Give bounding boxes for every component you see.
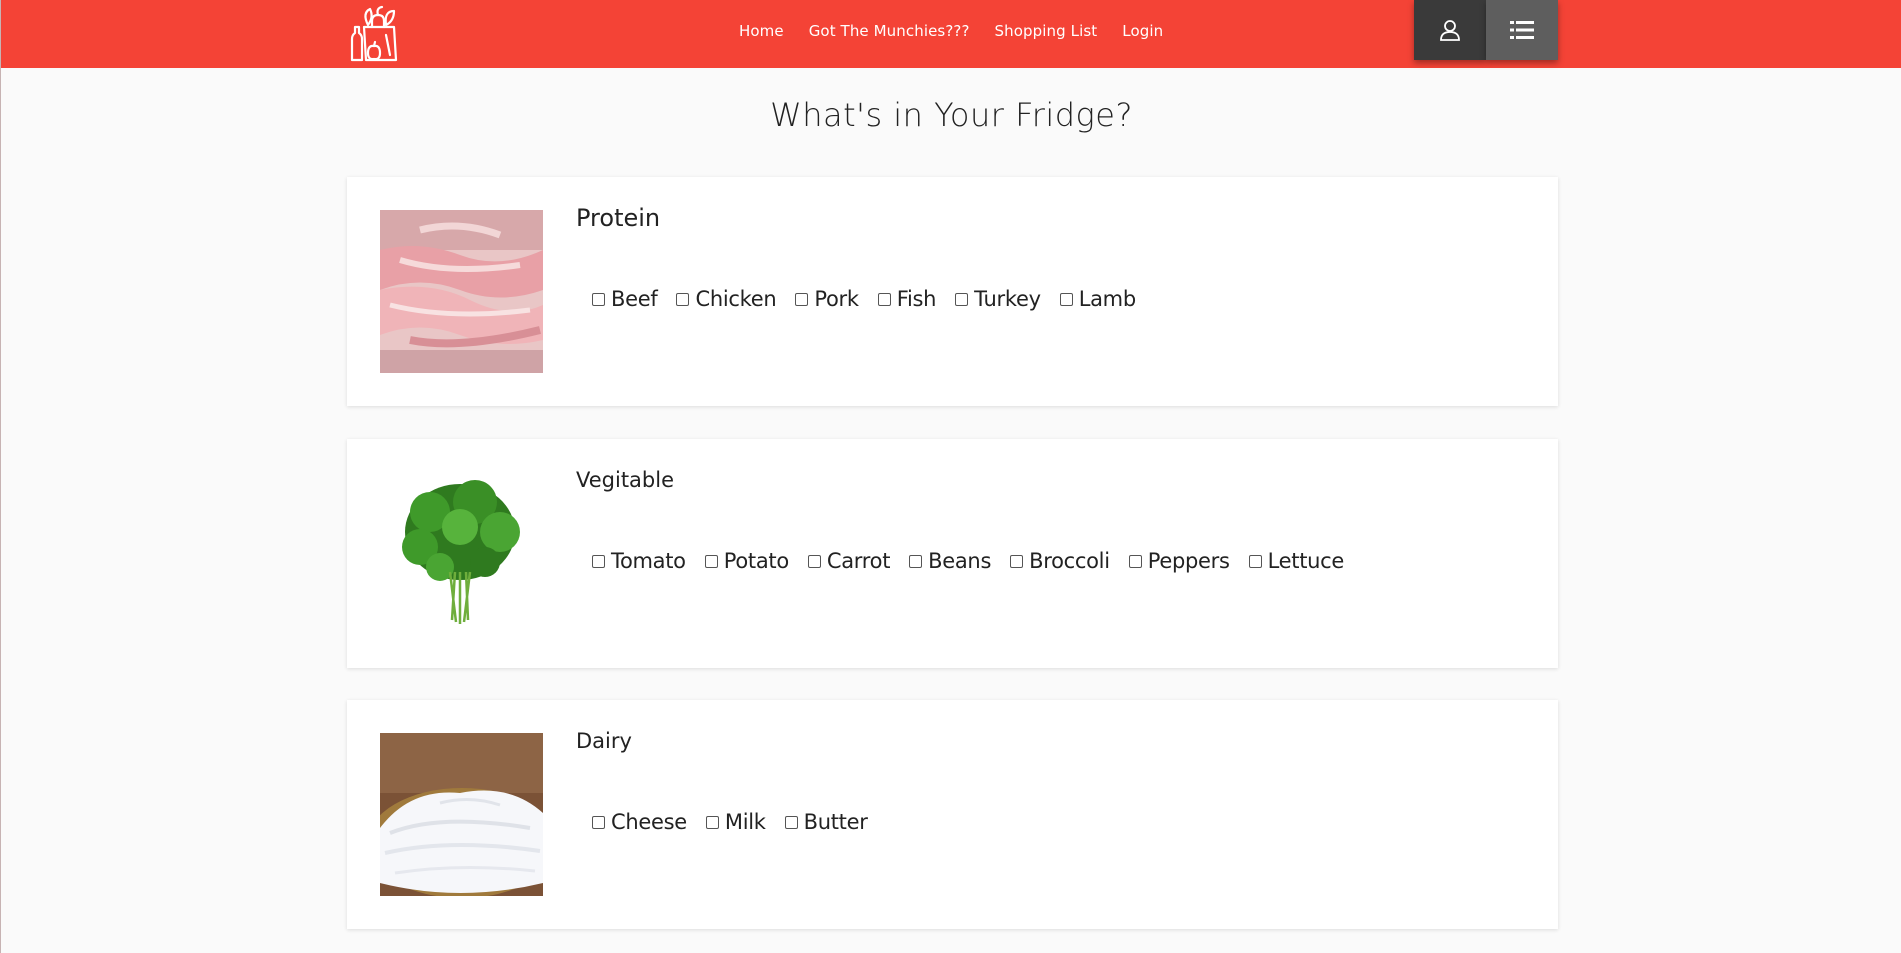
checkbox[interactable] xyxy=(795,292,809,306)
option-butter[interactable]: Butter xyxy=(784,810,868,834)
checkbox[interactable] xyxy=(1010,554,1024,568)
nav-shopping-list-link[interactable]: Shopping List xyxy=(995,22,1098,40)
option-beef[interactable]: Beef xyxy=(592,287,658,311)
category-card-protein: Protein Beef Chicken Pork Fish Turkey La… xyxy=(347,177,1558,406)
option-list: Beef Chicken Pork Fish Turkey Lamb xyxy=(592,287,1155,311)
nav-home-link[interactable]: Home xyxy=(739,22,784,40)
navbar: Home Got The Munchies??? Shopping List L… xyxy=(1,0,1901,68)
sour-cream-bowl-image xyxy=(380,733,543,896)
option-turkey[interactable]: Turkey xyxy=(955,287,1041,311)
checkbox[interactable] xyxy=(955,292,969,306)
nav-links: Home Got The Munchies??? Shopping List L… xyxy=(739,0,1188,62)
user-button[interactable] xyxy=(1414,0,1486,60)
checkbox[interactable] xyxy=(592,292,605,306)
category-card-vegitable: Vegitable Tomato Potato Carrot Beans Bro… xyxy=(347,439,1558,668)
option-potato[interactable]: Potato xyxy=(704,549,789,573)
list-button[interactable] xyxy=(1486,0,1558,60)
checkbox[interactable] xyxy=(704,554,718,568)
page-title: What's in Your Fridge? xyxy=(770,96,1133,134)
option-chicken[interactable]: Chicken xyxy=(676,287,777,311)
option-milk[interactable]: Milk xyxy=(705,810,766,834)
option-tomato[interactable]: Tomato xyxy=(592,549,686,573)
checkbox[interactable] xyxy=(1128,554,1142,568)
option-broccoli[interactable]: Broccoli xyxy=(1010,549,1110,573)
checkbox[interactable] xyxy=(592,815,605,829)
category-title: Vegitable xyxy=(576,468,675,492)
option-lamb[interactable]: Lamb xyxy=(1059,287,1136,311)
option-peppers[interactable]: Peppers xyxy=(1128,549,1230,573)
list-icon xyxy=(1510,21,1534,39)
category-title: Protein xyxy=(576,204,661,232)
option-fish[interactable]: Fish xyxy=(877,287,936,311)
category-card-dairy: Dairy Cheese Milk Butter xyxy=(347,700,1558,929)
option-list: Tomato Potato Carrot Beans Broccoli Pepp… xyxy=(592,549,1363,573)
category-title: Dairy xyxy=(576,729,632,753)
checkbox[interactable] xyxy=(909,554,923,568)
option-cheese[interactable]: Cheese xyxy=(592,810,687,834)
checkbox[interactable] xyxy=(807,554,821,568)
option-list: Cheese Milk Butter xyxy=(592,810,887,834)
option-pork[interactable]: Pork xyxy=(795,287,859,311)
parsley-bunch-image xyxy=(380,472,543,635)
checkbox[interactable] xyxy=(877,292,891,306)
checkbox[interactable] xyxy=(1059,292,1073,306)
nav-munchies-link[interactable]: Got The Munchies??? xyxy=(809,22,970,40)
raw-chicken-strips-image xyxy=(380,210,543,373)
option-carrot[interactable]: Carrot xyxy=(807,549,890,573)
checkbox[interactable] xyxy=(1248,554,1262,568)
checkbox[interactable] xyxy=(784,815,798,829)
user-icon xyxy=(1440,20,1460,41)
checkbox[interactable] xyxy=(705,815,719,829)
nav-login-link[interactable]: Login xyxy=(1122,22,1163,40)
checkbox[interactable] xyxy=(676,292,690,306)
option-lettuce[interactable]: Lettuce xyxy=(1248,549,1344,573)
grocery-bag-logo-icon[interactable] xyxy=(346,5,402,63)
option-beans[interactable]: Beans xyxy=(909,549,991,573)
checkbox[interactable] xyxy=(592,554,605,568)
